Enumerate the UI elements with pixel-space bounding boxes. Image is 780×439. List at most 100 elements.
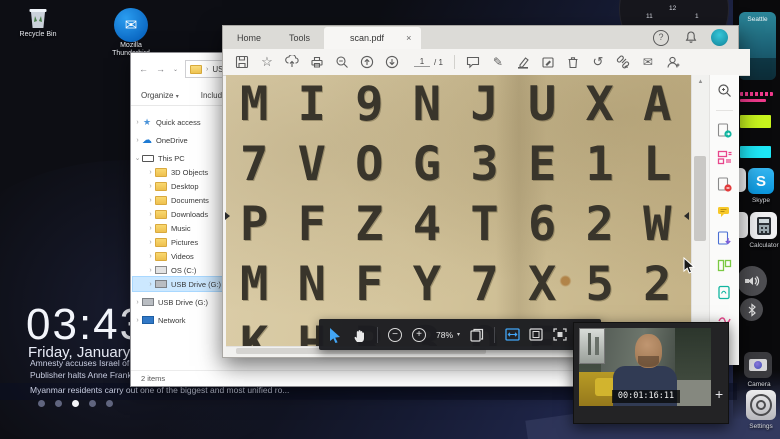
- pip-thumbnail: [579, 328, 605, 364]
- zoom-level-dropdown[interactable]: 78% ▾: [436, 330, 460, 340]
- zoom-out-icon[interactable]: [335, 55, 349, 69]
- current-page-input[interactable]: 1: [414, 57, 430, 67]
- ribbon-tab[interactable]: Tools: [275, 27, 324, 49]
- back-icon[interactable]: ←: [139, 64, 148, 74]
- settings-icon[interactable]: [746, 390, 776, 420]
- add-contact-icon[interactable]: [666, 55, 680, 69]
- import-data-icon[interactable]: [717, 231, 732, 246]
- desktop-icon-recycle-bin[interactable]: Recycle Bin: [18, 5, 58, 39]
- loupe-search-icon[interactable]: [717, 83, 732, 98]
- highlighter-icon[interactable]: [516, 55, 530, 69]
- tree-item[interactable]: › Quick access: [133, 115, 223, 129]
- organize-pages-icon[interactable]: [717, 150, 732, 165]
- tree-item[interactable]: › Videos: [133, 249, 223, 263]
- page-number-box[interactable]: 1 / 1: [414, 57, 443, 67]
- pdf-document-page[interactable]: M I 9 N J U X A7 V O G 3 E 1 LP F Z 4 T …: [226, 75, 691, 346]
- tree-chevron-icon[interactable]: ⌄: [133, 154, 142, 162]
- tree-item[interactable]: › Network: [133, 313, 223, 327]
- settings-label: Settings: [742, 423, 780, 430]
- skype-icon[interactable]: S: [748, 168, 774, 194]
- previous-page-icon[interactable]: [360, 55, 374, 69]
- comments-panel-icon[interactable]: [717, 204, 732, 219]
- news-headline-2[interactable]: Publisher halts Anne Frank b: [30, 370, 139, 380]
- camera-icon[interactable]: [744, 352, 772, 378]
- tree-chevron-icon[interactable]: ›: [146, 253, 155, 260]
- save-icon[interactable]: [235, 55, 249, 69]
- export-document-icon[interactable]: [717, 123, 732, 138]
- tree-item[interactable]: ⌄ This PC: [133, 151, 223, 165]
- tree-item[interactable]: › Music: [133, 221, 223, 235]
- tree-item[interactable]: › USB Drive (G:): [133, 295, 223, 309]
- pager-dot[interactable]: [106, 400, 113, 407]
- tree-chevron-icon[interactable]: ›: [133, 317, 142, 324]
- desktop-icon-thunderbird[interactable]: ✉ Mozilla Thunderbird: [105, 8, 157, 58]
- tree-chevron-icon[interactable]: ›: [146, 183, 155, 190]
- tree-chevron-icon[interactable]: ›: [133, 119, 142, 126]
- fit-width-icon[interactable]: [505, 328, 519, 342]
- fit-page-icon[interactable]: [529, 328, 543, 342]
- vertical-scrollbar[interactable]: ▲ ▼: [691, 75, 709, 346]
- pager-dot[interactable]: [72, 400, 79, 407]
- pager-dot[interactable]: [89, 400, 96, 407]
- tree-item[interactable]: › Downloads: [133, 207, 223, 221]
- scroll-up-icon[interactable]: ▲: [692, 79, 709, 85]
- tree-chevron-icon[interactable]: ›: [146, 267, 155, 274]
- caret-down-icon: ▾: [176, 94, 179, 100]
- hand-tool-icon[interactable]: [353, 328, 367, 342]
- pencil-annotate-icon[interactable]: ✎: [491, 55, 505, 69]
- forward-icon[interactable]: →: [156, 64, 165, 74]
- organize-button[interactable]: Organize ▾: [141, 91, 179, 100]
- tree-chevron-icon[interactable]: ›: [133, 137, 142, 144]
- add-icon[interactable]: +: [715, 386, 723, 402]
- tree-item[interactable]: › Pictures: [133, 235, 223, 249]
- tree-chevron-icon[interactable]: ›: [146, 239, 155, 246]
- webcam-overlay[interactable]: 00:01:16:11: [573, 322, 729, 424]
- left-panel-toggle-icon[interactable]: [225, 212, 230, 220]
- news-headline-1[interactable]: Amnesty accuses Israel of a: [30, 358, 136, 368]
- delete-trash-icon[interactable]: [566, 55, 580, 69]
- document-tab[interactable]: scan.pdf ×: [324, 27, 421, 49]
- favorite-star-icon[interactable]: ☆: [260, 55, 274, 69]
- tree-chevron-icon[interactable]: ›: [146, 281, 155, 288]
- next-page-icon[interactable]: [385, 55, 399, 69]
- tree-chevron-icon[interactable]: ›: [146, 197, 155, 204]
- speaker-icon[interactable]: [737, 266, 767, 296]
- fullscreen-icon[interactable]: [553, 328, 567, 342]
- zoom-out-button[interactable]: −: [388, 328, 402, 342]
- email-icon[interactable]: ✉: [641, 55, 655, 69]
- tree-item[interactable]: › Desktop: [133, 179, 223, 193]
- ribbon-tab[interactable]: Home: [223, 27, 275, 49]
- print-icon[interactable]: [310, 55, 324, 69]
- tree-item[interactable]: › OS (C:): [133, 263, 223, 277]
- notification-bell-icon[interactable]: [684, 30, 698, 44]
- recent-dropdown-icon[interactable]: ⌄: [173, 66, 178, 73]
- split-view-icon[interactable]: [717, 258, 732, 273]
- tree-item[interactable]: › Documents: [133, 193, 223, 207]
- account-avatar[interactable]: [711, 29, 728, 46]
- sign-stamp-icon[interactable]: [541, 55, 555, 69]
- pdf-convert-icon[interactable]: [717, 285, 732, 300]
- scrollbar-thumb[interactable]: [694, 156, 706, 241]
- link-icon[interactable]: [616, 55, 630, 69]
- calculator-icon[interactable]: [750, 212, 777, 239]
- tree-item[interactable]: › 3D Objects: [133, 165, 223, 179]
- tree-chevron-icon[interactable]: ›: [133, 299, 142, 306]
- delete-pages-icon[interactable]: [717, 177, 732, 192]
- tree-chevron-icon[interactable]: ›: [146, 211, 155, 218]
- undo-rotate-icon[interactable]: ↺: [591, 55, 605, 69]
- zoom-in-button[interactable]: +: [412, 328, 426, 342]
- tree-chevron-icon[interactable]: ›: [146, 169, 155, 176]
- comment-icon[interactable]: [466, 55, 480, 69]
- right-panel-toggle-icon[interactable]: [684, 212, 689, 220]
- help-icon[interactable]: ?: [653, 30, 669, 46]
- page-thumbnail-icon[interactable]: [470, 328, 484, 342]
- tree-chevron-icon[interactable]: ›: [146, 225, 155, 232]
- select-tool-icon[interactable]: [329, 328, 343, 342]
- pager-dot[interactable]: [55, 400, 62, 407]
- close-tab-icon[interactable]: ×: [406, 27, 411, 49]
- tree-item[interactable]: › OneDrive: [133, 133, 223, 147]
- pager-dot[interactable]: [38, 400, 45, 407]
- bluetooth-icon[interactable]: [740, 298, 763, 321]
- tree-item[interactable]: › USB Drive (G:): [133, 277, 223, 291]
- share-upload-icon[interactable]: [285, 55, 299, 69]
